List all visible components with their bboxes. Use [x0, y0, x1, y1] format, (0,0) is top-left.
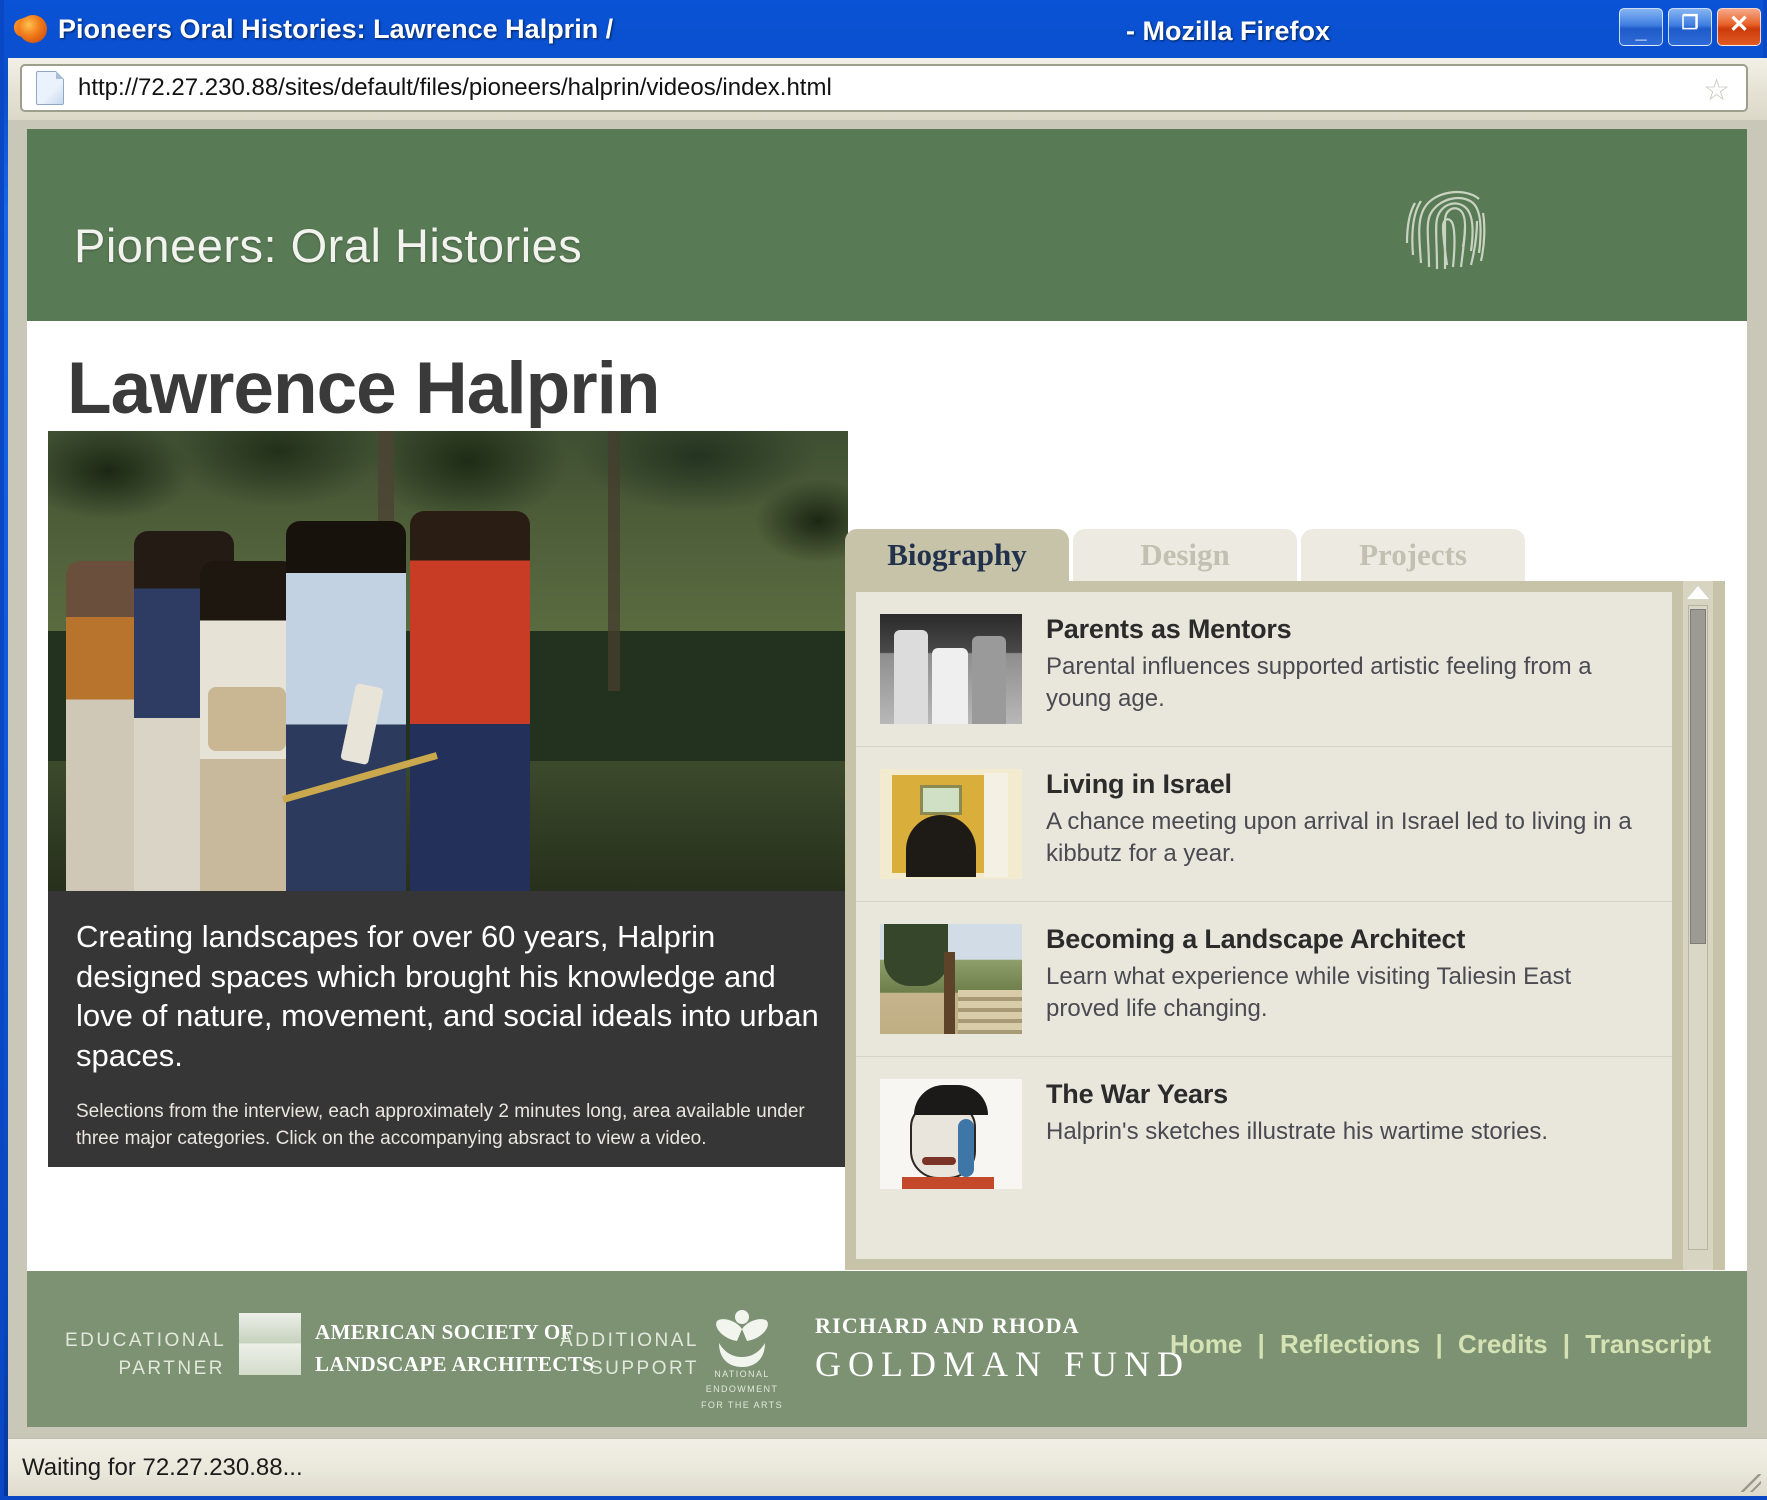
window-controls: _ ❐ ✕ — [1619, 8, 1761, 46]
list-item-body: The War Years Halprin's sketches illustr… — [1046, 1079, 1648, 1148]
list-item-title: Living in Israel — [1046, 769, 1232, 799]
list-item[interactable]: Parents as Mentors Parental influences s… — [856, 592, 1672, 747]
list-item-desc: A chance meeting upon arrival in Israel … — [1046, 808, 1632, 867]
hero-caption-box: Creating landscapes for over 60 years, H… — [48, 891, 848, 1167]
additional-support-label: ADDITIONAL SUPPORT — [559, 1330, 699, 1379]
hero-caption-main: Creating landscapes for over 60 years, H… — [76, 919, 819, 1074]
nav-separator: | — [1435, 1329, 1443, 1359]
site-title: Pioneers: Oral Histories — [74, 219, 583, 272]
scrollbar-thumb[interactable] — [1690, 609, 1706, 944]
resize-grip[interactable] — [1741, 1474, 1761, 1492]
footer-link-credits[interactable]: Credits — [1458, 1329, 1548, 1359]
tab-design[interactable]: Design — [1073, 529, 1297, 581]
hero-image — [48, 431, 848, 891]
list-item-body: Becoming a Landscape Architect Learn wha… — [1046, 924, 1648, 1024]
list-item-title: Becoming a Landscape Architect — [1046, 924, 1466, 954]
list-item-desc: Learn what experience while visiting Tal… — [1046, 963, 1572, 1022]
asla-logo-icon — [239, 1313, 301, 1375]
list-item-desc: Halprin's sketches illustrate his wartim… — [1046, 1118, 1549, 1145]
tab-projects[interactable]: Projects — [1301, 529, 1525, 581]
window-title-suffix: - Mozilla Firefox — [1126, 16, 1331, 46]
site-banner: Pioneers: Oral Histories — [27, 129, 1747, 321]
footer-link-home[interactable]: Home — [1170, 1329, 1242, 1359]
goldman-fund-name: RICHARD AND RHODA GOLDMAN FUND — [815, 1313, 1190, 1385]
firefox-window: Pioneers Oral Histories: Lawrence Halpri… — [0, 0, 1767, 1500]
nav-separator: | — [1257, 1329, 1265, 1359]
nav-separator: | — [1562, 1329, 1571, 1359]
tab-panel: Parents as Mentors Parental influences s… — [845, 581, 1725, 1270]
site-footer: EDUCATIONAL PARTNER AMERICAN SOCIETY OF … — [27, 1271, 1747, 1427]
tab-projects-label: Projects — [1359, 537, 1467, 572]
list-item[interactable]: Living in Israel A chance meeting upon a… — [856, 747, 1672, 902]
navigation-toolbar: http://72.27.230.88/sites/default/files/… — [8, 58, 1767, 120]
list-item[interactable]: Becoming a Landscape Architect Learn wha… — [856, 902, 1672, 1057]
portrait-sketch-thumbnail — [880, 1079, 1022, 1189]
panel-frame: Parents as Mentors Parental influences s… — [845, 581, 1725, 1270]
list-item-title: Parents as Mentors — [1046, 614, 1292, 644]
footer-link-reflections[interactable]: Reflections — [1280, 1329, 1420, 1359]
footer-nav: Home | Reflections | Credits | Transcrip… — [1170, 1329, 1711, 1360]
category-tabs: Biography Design Projects — [845, 529, 1725, 581]
goldman-line-2: GOLDMAN FUND — [815, 1344, 1191, 1384]
bookmark-star-icon[interactable]: ☆ — [1703, 76, 1730, 106]
browser-viewport: Pioneers: Oral Histories Lawrence Halpri… — [8, 120, 1767, 1438]
list-item[interactable]: The War Years Halprin's sketches illustr… — [856, 1057, 1672, 1211]
minimize-button[interactable]: _ — [1619, 8, 1663, 46]
page-title: Lawrence Halprin — [67, 348, 661, 429]
url-input[interactable]: http://72.27.230.88/sites/default/files/… — [20, 64, 1748, 112]
nea-name: NATIONAL ENDOWMENT FOR THE ARTS — [701, 1369, 783, 1410]
list-item-title: The War Years — [1046, 1079, 1228, 1109]
maximize-button[interactable]: ❐ — [1668, 8, 1712, 46]
family-photo-thumbnail — [880, 614, 1022, 724]
panel-scrollbar[interactable] — [1683, 581, 1713, 1270]
entry-list: Parents as Mentors Parental influences s… — [856, 592, 1672, 1259]
tab-biography[interactable]: Biography — [845, 529, 1069, 581]
url-text: http://72.27.230.88/sites/default/files/… — [78, 74, 832, 101]
educational-partner-label: EDUCATIONAL PARTNER — [65, 1330, 227, 1379]
web-page: Pioneers: Oral Histories Lawrence Halpri… — [27, 129, 1747, 1427]
scroll-up-icon[interactable] — [1687, 586, 1709, 599]
maximize-icon: ❐ — [1681, 13, 1699, 34]
goldman-line-1: RICHARD AND RHODA — [815, 1313, 1080, 1338]
footer-link-transcript[interactable]: Transcript — [1585, 1329, 1711, 1359]
close-icon: ✕ — [1728, 11, 1750, 38]
firefox-icon — [11, 12, 50, 46]
minimize-icon: _ — [1635, 21, 1647, 43]
status-bar: Waiting for 72.27.230.88... — [8, 1438, 1767, 1496]
title-bar: Pioneers Oral Histories: Lawrence Halpri… — [4, 0, 1767, 58]
fingerprint-icon — [1403, 181, 1487, 273]
status-text: Waiting for 72.27.230.88... — [22, 1453, 303, 1481]
tab-design-label: Design — [1140, 537, 1230, 572]
tab-biography-label: Biography — [887, 537, 1027, 572]
document-icon — [36, 71, 64, 105]
landscape-photo-thumbnail — [880, 924, 1022, 1034]
window-title: Pioneers Oral Histories: Lawrence Halpri… — [58, 13, 614, 44]
list-item-body: Living in Israel A chance meeting upon a… — [1046, 769, 1648, 869]
archway-sketch-thumbnail — [880, 769, 1022, 879]
list-item-desc: Parental influences supported artistic f… — [1046, 653, 1592, 712]
hero-caption-sub: Selections from the interview, each appr… — [76, 1100, 805, 1150]
list-item-body: Parents as Mentors Parental influences s… — [1046, 614, 1648, 714]
close-button[interactable]: ✕ — [1717, 8, 1761, 46]
